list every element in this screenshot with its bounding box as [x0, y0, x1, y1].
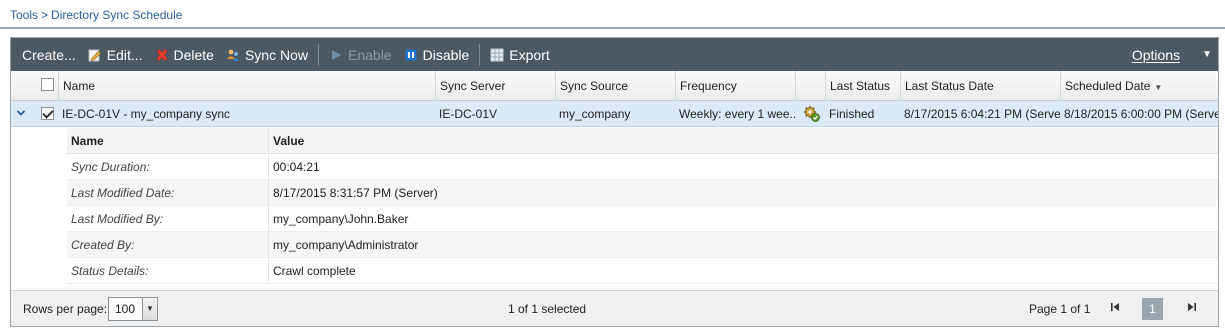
enable-button-label: Enable	[348, 46, 392, 63]
detail-row-value: 00:04:21	[273, 160, 320, 174]
rows-per-page-select[interactable]: 100 ▼	[108, 297, 158, 321]
last-page-icon[interactable]	[1187, 302, 1197, 315]
header-divider	[0, 27, 1225, 29]
detail-row: Last Modified Date: 8/17/2015 8:31:57 PM…	[67, 180, 1218, 206]
disable-button-label: Disable	[422, 46, 470, 63]
row-sync-source: my_company	[559, 107, 631, 121]
detail-row-name: Created By:	[67, 232, 269, 258]
detail-row: Last Modified By: my_company\John.Baker	[67, 206, 1218, 232]
first-page-icon[interactable]	[1110, 302, 1120, 315]
detail-row-value: my_company\Administrator	[273, 238, 419, 252]
page-indicator: Page 1 of 1	[1029, 302, 1091, 316]
row-name: IE-DC-01V - my_company sync	[62, 107, 231, 121]
disable-button[interactable]: Disable	[398, 38, 476, 71]
row-frequency: Weekly: every 1 wee...	[679, 107, 795, 121]
table-row[interactable]: IE-DC-01V - my_company sync IE-DC-01V my…	[11, 101, 1218, 127]
schedule-grid-panel: Create... Edit... Delete Sync Now Enable…	[10, 37, 1219, 327]
dropdown-arrow-icon[interactable]: ▼	[142, 298, 157, 320]
row-scheduled-date: 8/18/2015 6:00:00 PM (Server)	[1064, 107, 1218, 121]
row-last-status: Finished	[829, 107, 875, 121]
column-header-scheduled-date[interactable]: Scheduled Date ▼	[1060, 71, 1218, 101]
detail-row-value: Crawl complete	[273, 264, 356, 278]
toolbar: Create... Edit... Delete Sync Now Enable…	[11, 38, 1218, 71]
grid-header: Name Sync Server Sync Source Frequency L…	[11, 71, 1218, 101]
detail-row-value: 8/17/2015 8:31:57 PM (Server)	[273, 186, 438, 200]
play-icon	[329, 48, 343, 62]
detail-row-name: Status Details:	[67, 258, 269, 284]
edit-button[interactable]: Edit...	[82, 38, 149, 71]
row-last-status-date: 8/17/2015 6:04:21 PM (Server)	[904, 107, 1060, 121]
chevron-down-icon[interactable]	[16, 108, 26, 118]
toolbar-divider	[318, 43, 319, 66]
row-sync-server: IE-DC-01V	[439, 107, 498, 121]
selection-count: 1 of 1 selected	[508, 302, 587, 316]
breadcrumb-separator: >	[41, 8, 49, 22]
gears-success-icon	[799, 101, 825, 127]
detail-row-name: Last Modified By:	[67, 206, 269, 232]
column-header-name[interactable]: Name	[58, 71, 435, 101]
caret-down-icon: ▼	[1202, 49, 1212, 60]
options-menu[interactable]: Options ▼	[1126, 38, 1218, 71]
edit-pencil-icon	[88, 48, 102, 62]
detail-name-header: Name	[67, 128, 269, 154]
breadcrumb-current: Directory Sync Schedule	[51, 8, 183, 22]
create-button-label: Create...	[22, 46, 76, 63]
detail-row: Sync Duration: 00:04:21	[67, 154, 1218, 180]
column-header-status-icon	[795, 71, 825, 101]
detail-row-name: Last Modified Date:	[67, 180, 269, 206]
pause-icon	[404, 48, 418, 62]
options-label: Options	[1131, 46, 1181, 63]
select-all-checkbox[interactable]	[41, 78, 54, 91]
detail-row: Created By: my_company\Administrator	[67, 232, 1218, 258]
pager-bar: Rows per page: 100 ▼ 1 of 1 selected Pag…	[11, 290, 1218, 326]
detail-value-header: Value	[273, 134, 305, 148]
sync-now-button-label: Sync Now	[244, 46, 308, 63]
detail-header: Name Value	[67, 128, 1218, 154]
breadcrumb-tools-link[interactable]: Tools	[10, 8, 38, 22]
column-header-sync-source[interactable]: Sync Source	[555, 71, 675, 101]
export-button-label: Export	[509, 46, 550, 63]
edit-button-label: Edit...	[106, 46, 143, 63]
row-checkbox[interactable]	[41, 107, 54, 120]
detail-row: Status Details: Crawl complete	[67, 258, 1218, 284]
sync-users-icon	[226, 48, 240, 62]
detail-row-value: my_company\John.Baker	[273, 212, 409, 226]
delete-button[interactable]: Delete	[149, 38, 220, 71]
column-header-last-status-date[interactable]: Last Status Date	[900, 71, 1060, 101]
detail-row-name: Sync Duration:	[67, 154, 269, 180]
delete-button-label: Delete	[173, 46, 214, 63]
sort-descending-icon: ▼	[1154, 83, 1163, 92]
enable-button[interactable]: Enable	[323, 38, 398, 71]
rows-per-page-label: Rows per page:	[23, 302, 108, 316]
create-button[interactable]: Create...	[11, 38, 82, 71]
column-header-last-status[interactable]: Last Status	[825, 71, 900, 101]
breadcrumb: Tools > Directory Sync Schedule	[10, 8, 182, 22]
export-button[interactable]: Export	[484, 38, 555, 71]
column-header-sync-server[interactable]: Sync Server	[435, 71, 555, 101]
toolbar-divider	[479, 43, 481, 66]
column-header-frequency[interactable]: Frequency	[675, 71, 795, 101]
page-number-button[interactable]: 1	[1142, 298, 1163, 320]
sync-now-button[interactable]: Sync Now	[220, 38, 314, 71]
rows-per-page-value: 100	[115, 302, 136, 316]
grid-table-icon	[490, 48, 504, 62]
delete-x-icon	[155, 48, 169, 62]
